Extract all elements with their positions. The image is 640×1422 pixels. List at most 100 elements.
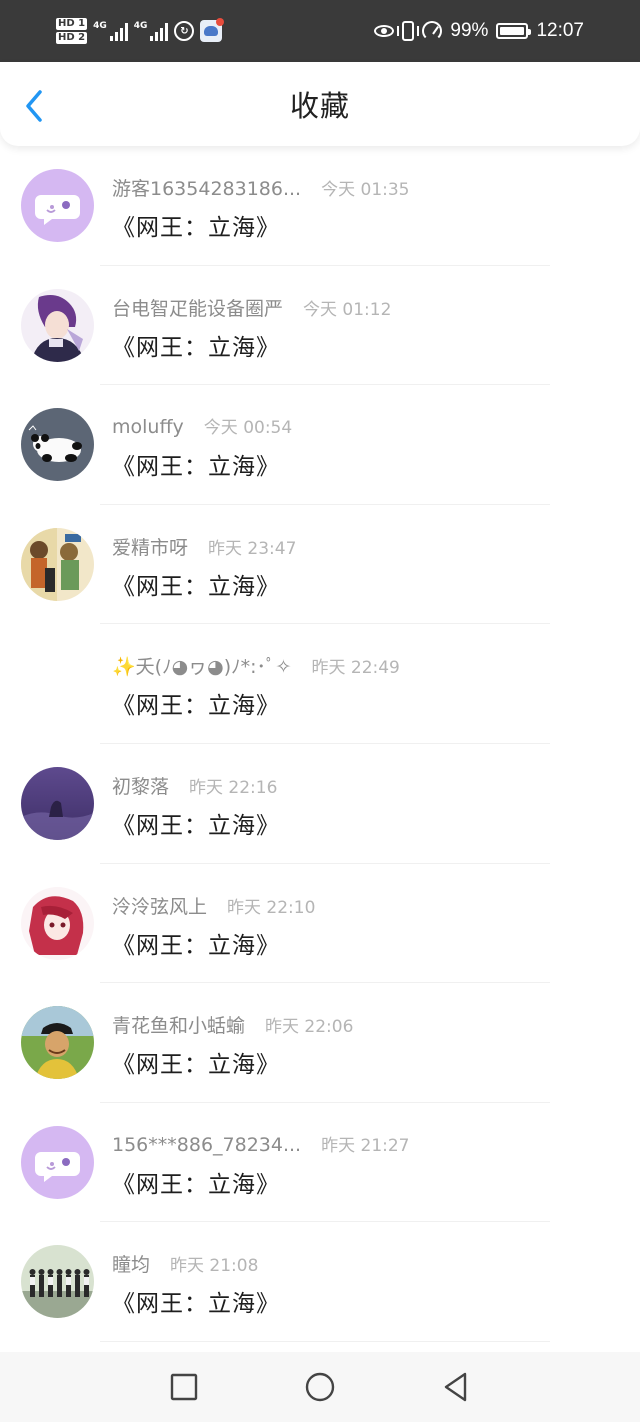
square-icon [170,1373,198,1401]
recents-button[interactable] [164,1367,204,1407]
signal-icon: 4G [93,21,128,41]
chat-bubble-avatar-icon [21,169,94,242]
nav-header: 收藏 [0,62,640,146]
list-item[interactable]: 青花鱼和小蛞蝓 昨天 22:06 《网王：立海》 [0,983,640,1103]
status-right: 99% 12:07 [374,20,584,42]
anime-avatar-purple-icon [21,288,94,362]
list-item[interactable]: 瞳均 昨天 21:08 《网王：立海》 [0,1222,640,1342]
avatar[interactable] [21,766,94,840]
item-title: 《网王：立海》 [112,573,280,600]
timestamp: 昨天 23:47 [208,538,297,559]
item-title: 《网王：立海》 [112,693,280,720]
item-title: 《网王：立海》 [112,932,280,959]
battery-icon [496,23,532,39]
network-type-label: 4G [93,21,107,31]
chat-bubble-avatar-icon [21,1125,94,1199]
avatar[interactable] [21,288,94,362]
clock: 12:07 [536,20,584,41]
user-name: 初黎落 [112,775,170,798]
avatar[interactable] [21,1125,94,1199]
user-name: 泠泠弦风上 [112,895,208,918]
user-name: 156***886_78234... [112,1133,302,1156]
hd1-label: HD 1 [56,18,88,30]
avatar[interactable] [21,169,94,242]
timestamp: 昨天 22:16 [189,777,278,798]
item-header: 初黎落 昨天 22:16 [112,772,277,799]
user-name: 瞳均 [112,1254,151,1277]
item-header: 泠泠弦风上 昨天 22:10 [112,892,315,919]
timestamp: 今天 01:12 [303,299,392,320]
user-name: moluffy [112,416,184,439]
manga-cover-avatar-icon [21,527,94,601]
app-notification-icon [200,18,225,42]
battery-percent: 99% [450,20,489,41]
timestamp: 今天 00:54 [203,418,293,439]
item-header: 瞳均 昨天 21:08 [112,1250,258,1277]
user-name: ✨夭(ﾉ◕ヮ◕)ﾉ*:･ﾟ✧ [112,656,292,679]
timestamp: 昨天 22:06 [265,1017,354,1038]
timestamp: 昨天 21:27 [321,1135,410,1156]
item-title: 《网王：立海》 [112,454,280,481]
item-header: 156***886_78234... 昨天 21:27 [112,1131,410,1156]
avatar[interactable] [21,1245,94,1319]
list-item[interactable]: 游客16354283186... 今天 01:35 《网王：立海》 [0,146,640,266]
item-header: 台电智疋能设备圈严 今天 01:12 [112,294,391,321]
avatar[interactable] [21,647,94,721]
user-name: 台电智疋能设备圈严 [112,297,284,320]
group-photo-avatar-icon [21,1245,94,1319]
network-type-label-2: 4G [133,21,148,31]
item-title: 《网王：立海》 [112,812,280,839]
item-header: ✨夭(ﾉ◕ヮ◕)ﾉ*:･ﾟ✧ 昨天 22:49 [112,652,400,679]
speed-icon [422,21,443,41]
list-item[interactable]: 初黎落 昨天 22:16 《网王：立海》 [0,744,640,864]
item-title: 《网王：立海》 [112,215,280,241]
list-item[interactable]: moluffy 今天 00:54 《网王：立海》 [0,385,640,505]
list-item[interactable]: 台电智疋能设备圈严 今天 01:12 《网王：立海》 [0,266,640,386]
item-title: 《网王：立海》 [112,1291,280,1318]
timestamp: 今天 01:35 [321,180,410,200]
panda-avatar-icon [21,408,94,482]
timestamp: 昨天 22:49 [311,658,400,679]
back-button[interactable] [22,88,52,124]
item-header: 青花鱼和小蛞蝓 昨天 22:06 [112,1011,353,1038]
eye-icon [374,25,395,37]
favorites-list: 游客16354283186... 今天 01:35 《网王：立海》 台电智疋能设… [0,146,640,1352]
item-title: 《网王：立海》 [112,1171,280,1198]
hd2-label: HD 2 [56,32,88,44]
vibrate-icon [397,21,420,41]
avatar[interactable] [21,1006,94,1080]
user-name: 游客16354283186... [112,178,302,200]
item-header: moluffy 今天 00:54 [112,413,292,438]
item-title: 《网王：立海》 [112,1052,280,1079]
user-name: 青花鱼和小蛞蝓 [112,1015,246,1038]
page-title: 收藏 [289,89,350,123]
red-hair-anime-avatar-icon [21,886,94,960]
circle-icon [305,1372,335,1402]
list-item[interactable]: ✨夭(ﾉ◕ヮ◕)ﾉ*:･ﾟ✧ 昨天 22:49 《网王：立海》 [0,624,640,744]
list-item[interactable]: 156***886_78234... 昨天 21:27 《网王：立海》 [0,1103,640,1223]
divider [100,1340,550,1342]
item-title: 《网王：立海》 [112,334,280,361]
notification-icon: ↻ [174,21,195,41]
item-header: 游客16354283186... 今天 01:35 [112,174,410,201]
list-item[interactable]: 泠泠弦风上 昨天 22:10 《网王：立海》 [0,864,640,984]
signal-icon-2: 4G [134,21,169,41]
user-name: 爱精市呀 [112,536,189,559]
avatar[interactable] [21,886,94,960]
avatar[interactable] [21,527,94,601]
back-nav-button[interactable] [436,1367,476,1407]
item-header: 爱精市呀 昨天 23:47 [112,533,296,560]
status-bar: HD 1 HD 2 4G 4G ↻ 99% 12:07 [0,0,640,62]
home-button[interactable] [300,1367,340,1407]
purple-night-avatar-icon [21,766,94,840]
triangle-back-icon [444,1372,467,1402]
list-item[interactable]: 爱精市呀 昨天 23:47 《网王：立海》 [0,505,640,625]
blank-avatar-icon [21,647,94,721]
tennis-player-avatar-icon [21,1006,94,1080]
timestamp: 昨天 21:08 [170,1256,259,1277]
system-nav-bar [0,1352,640,1422]
status-left: HD 1 HD 2 4G 4G ↻ [56,17,225,45]
avatar[interactable] [21,408,94,482]
timestamp: 昨天 22:10 [227,897,316,918]
hd-indicator: HD 1 HD 2 [56,17,88,45]
